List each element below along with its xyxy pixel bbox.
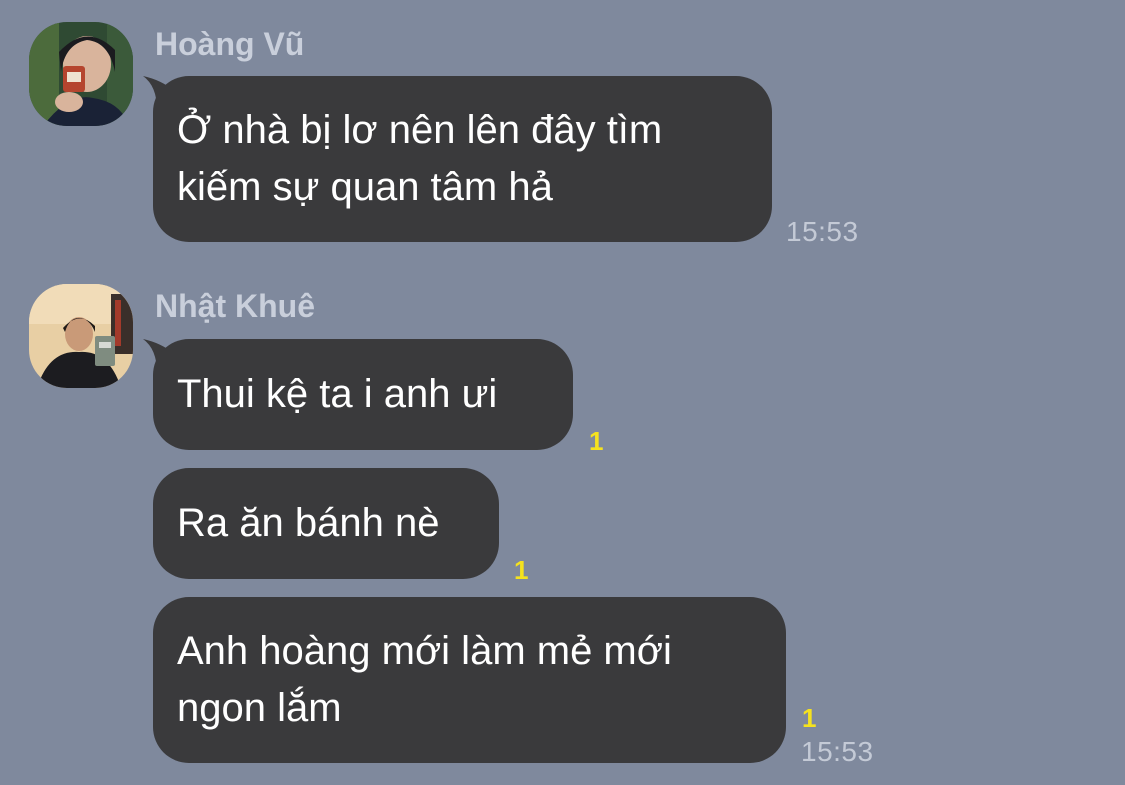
avatar-hoang-vu[interactable] [29,22,133,126]
chat-message-list[interactable]: Hoàng Vũ Ở nhà bị lơ nên lên đây tìm kiế… [0,0,1125,785]
message-text-line: Ở nhà bị lơ nên lên đây tìm [177,108,663,152]
profile-photo-icon [29,284,133,388]
read-count: 1 [802,703,817,733]
sender-name: Hoàng Vũ [155,26,305,62]
avatar-nhat-khue[interactable] [29,284,133,388]
message-bubble[interactable]: Ra ăn bánh nè [153,468,499,579]
message-text-line: Anh hoàng mới làm mẻ mới [177,629,672,673]
message-bubble[interactable]: Thui kệ ta i anh ưi [153,339,573,450]
read-count: 1 [589,426,604,456]
message-text-line: Ra ăn bánh nè [177,501,440,545]
profile-photo-icon [29,22,133,126]
read-count: 1 [514,555,529,585]
message-text-line: Thui kệ ta i anh ưi [177,372,498,416]
message-text-line: kiếm sự quan tâm hả [177,165,553,209]
sender-name: Nhật Khuê [155,288,315,324]
message-bubble[interactable]: Ở nhà bị lơ nên lên đây tìm kiếm sự quan… [153,76,772,242]
message-timestamp: 15:53 [801,736,874,767]
message-bubble[interactable]: Anh hoàng mới làm mẻ mới ngon lắm [153,597,786,763]
message-timestamp: 15:53 [786,216,859,247]
message-text-line: ngon lắm [177,686,342,730]
